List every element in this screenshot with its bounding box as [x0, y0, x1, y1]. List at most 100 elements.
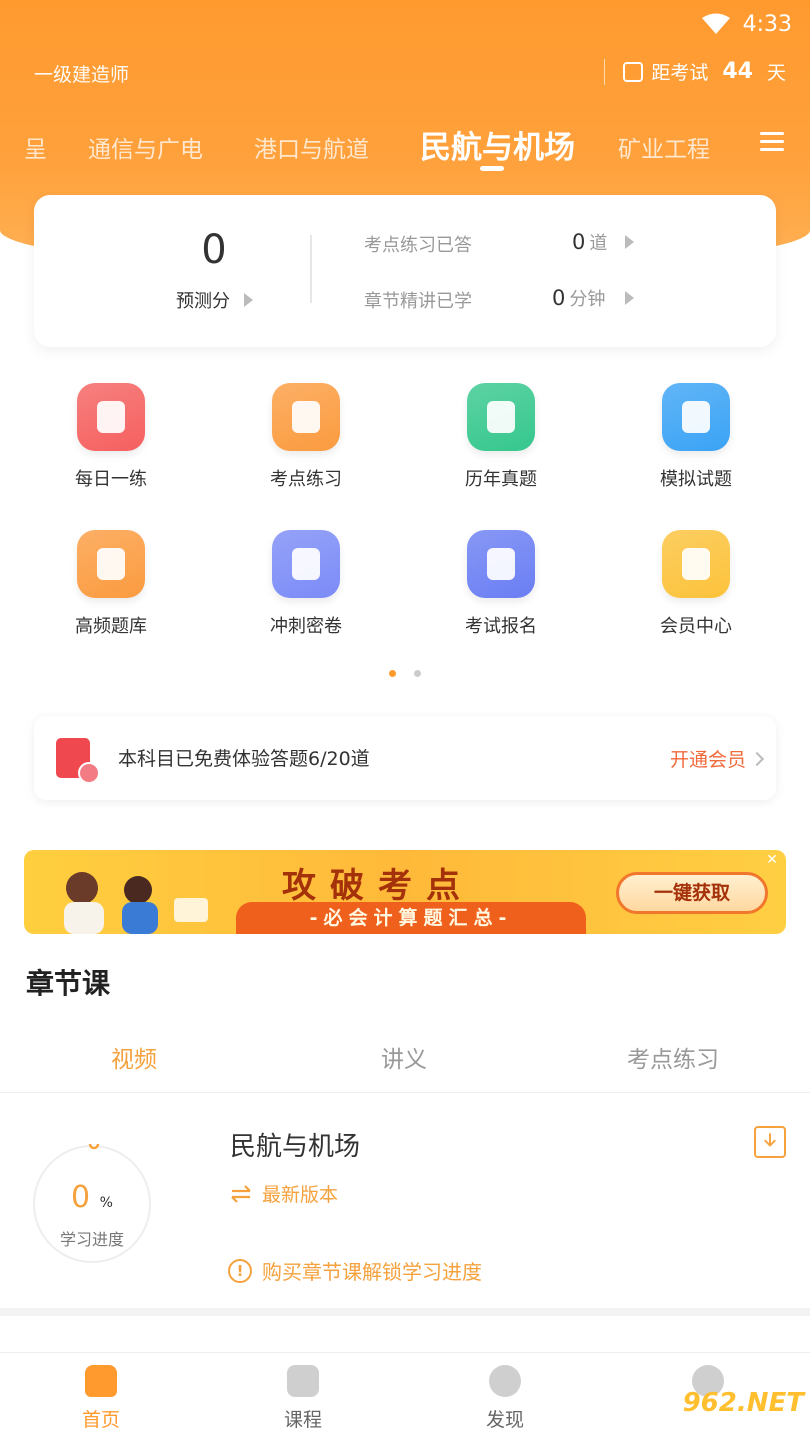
- document-upload-icon: [56, 738, 100, 784]
- countdown-days: 44: [722, 59, 753, 84]
- grid-item-past-exams[interactable]: 历年真题: [426, 383, 576, 491]
- past-exams-icon: [467, 383, 535, 451]
- lecture-value[interactable]: 0 分钟: [552, 285, 605, 311]
- grid-label: 历年真题: [465, 469, 537, 490]
- banner-get-button[interactable]: 一键获取: [616, 872, 768, 914]
- countdown-divider: [604, 58, 606, 85]
- grid-item-key-point[interactable]: 考点练习: [231, 383, 381, 491]
- key-point-icon: [272, 383, 340, 451]
- stats-divider: [310, 235, 312, 303]
- version-switch[interactable]: 最新版本: [230, 1180, 338, 1207]
- students-illustration-icon: [64, 872, 208, 934]
- subject-tab[interactable]: 矿业工程: [618, 130, 710, 164]
- course-name[interactable]: 民航与机场: [230, 1126, 360, 1163]
- exam-countdown[interactable]: 距考试 44 天: [604, 58, 786, 85]
- predicted-score-label[interactable]: 预测分: [176, 287, 253, 313]
- subject-tab[interactable]: 通信与广电: [88, 130, 203, 164]
- banner-subtitle: -必会计算题汇总-: [236, 902, 586, 934]
- menu-icon[interactable]: [760, 132, 784, 152]
- subject-tab[interactable]: 港口与航道: [254, 130, 369, 164]
- grid-label: 模拟试题: [660, 469, 732, 490]
- arrow-right-icon: [244, 293, 253, 307]
- close-icon[interactable]: ✕: [766, 852, 778, 868]
- pager-dots: [389, 670, 421, 677]
- subject-tab-active[interactable]: 民航与机场: [420, 122, 575, 167]
- practice-unit: 道: [589, 233, 608, 254]
- download-icon[interactable]: [754, 1126, 786, 1158]
- wifi-icon: [701, 13, 730, 34]
- exam-type-selector[interactable]: 一级建造师: [34, 60, 129, 87]
- grid-label: 冲刺密卷: [270, 616, 342, 637]
- grid-item-sprint-paper[interactable]: 冲刺密卷: [231, 530, 381, 638]
- promo-banner[interactable]: 攻破考点 -必会计算题汇总- 一键获取 ✕: [24, 850, 786, 934]
- nav-courses[interactable]: 课程: [253, 1365, 353, 1432]
- predicted-score-text: 预测分: [176, 291, 230, 312]
- open-membership-label: 开通会员: [669, 749, 746, 771]
- status-bar: 4:33: [701, 6, 792, 42]
- tabs-divider: [0, 1092, 810, 1093]
- registration-icon: [467, 530, 535, 598]
- countdown-prefix: 距考试: [651, 62, 709, 84]
- home-icon: [85, 1365, 117, 1397]
- grid-label: 考试报名: [465, 616, 537, 637]
- grid-label: 考点练习: [270, 469, 342, 490]
- warning-icon: !: [228, 1258, 252, 1283]
- grid-item-mock-test[interactable]: 模拟试题: [621, 383, 771, 491]
- course-tabs: 视频 讲义 考点练习: [0, 1040, 810, 1090]
- calendar-icon: [623, 61, 644, 82]
- mock-test-icon: [662, 383, 730, 451]
- sprint-paper-icon: [272, 530, 340, 598]
- predicted-score[interactable]: 0: [164, 227, 264, 273]
- countdown-unit: 天: [766, 62, 786, 84]
- status-time: 4:33: [742, 11, 792, 37]
- tab-key-point-practice[interactable]: 考点练习: [627, 1040, 719, 1074]
- subject-tabs: 呈 通信与广电 港口与航道 民航与机场 矿业工程: [0, 118, 810, 178]
- progress-label: 学习进度: [59, 1230, 124, 1249]
- grid-label: 会员中心: [660, 616, 732, 637]
- pager-dot: [414, 670, 421, 677]
- unlock-progress-link[interactable]: ! 购买章节课解锁学习进度: [228, 1256, 482, 1285]
- section-title: 章节课: [26, 967, 111, 1000]
- nav-discover[interactable]: 发现: [455, 1365, 555, 1432]
- daily-practice-icon: [77, 383, 145, 451]
- section-gap: [0, 1308, 810, 1316]
- grid-label: 高频题库: [75, 616, 147, 637]
- site-watermark: 962.NET: [682, 1388, 804, 1418]
- open-membership-link[interactable]: 开通会员: [669, 745, 765, 772]
- grid-item-daily-practice[interactable]: 每日一练: [36, 383, 186, 491]
- grid-item-registration[interactable]: 考试报名: [426, 530, 576, 638]
- compass-icon: [489, 1365, 521, 1397]
- subject-tab[interactable]: 呈: [24, 130, 47, 164]
- trial-text: 本科目已免费体验答题6/20道: [118, 748, 370, 770]
- pager-dot-active: [389, 670, 396, 677]
- grid-item-vip-center[interactable]: 会员中心: [621, 530, 771, 638]
- progress-number: 0: [71, 1180, 91, 1215]
- lecture-unit: 分钟: [569, 289, 606, 310]
- tab-handout[interactable]: 讲义: [381, 1040, 427, 1074]
- practice-count: 0: [572, 230, 586, 254]
- arrow-right-icon: [625, 235, 634, 249]
- lecture-label[interactable]: 章节精讲已学: [364, 287, 472, 313]
- swap-icon: [231, 1184, 251, 1203]
- high-frequency-icon: [77, 530, 145, 598]
- active-tab-indicator: [480, 166, 504, 171]
- nav-home[interactable]: 首页: [51, 1365, 151, 1432]
- grid-label: 每日一练: [75, 469, 147, 490]
- nav-label-discover: 发现: [485, 1409, 524, 1431]
- stats-card: 0 预测分 考点练习已答 0 道 章节精讲已学 0 分钟: [34, 195, 776, 347]
- unlock-label: 购买章节课解锁学习进度: [262, 1260, 482, 1284]
- grid-item-high-frequency[interactable]: 高频题库: [36, 530, 186, 638]
- arrow-right-icon: [625, 291, 634, 305]
- book-icon: [287, 1365, 319, 1397]
- nav-label-home: 首页: [81, 1409, 120, 1431]
- trial-notice[interactable]: 本科目已免费体验答题6/20道 开通会员: [34, 716, 776, 800]
- progress-unit: %: [99, 1195, 113, 1211]
- practice-label[interactable]: 考点练习已答: [364, 231, 472, 257]
- tab-video[interactable]: 视频: [111, 1040, 157, 1074]
- top-bar: 一级建造师 距考试 44 天: [0, 58, 810, 92]
- banner-title: 攻破考点: [282, 866, 474, 906]
- nav-label-courses: 课程: [283, 1409, 322, 1431]
- version-label: 最新版本: [262, 1184, 339, 1206]
- practice-value[interactable]: 0 道: [572, 229, 607, 255]
- lecture-count: 0: [552, 286, 566, 310]
